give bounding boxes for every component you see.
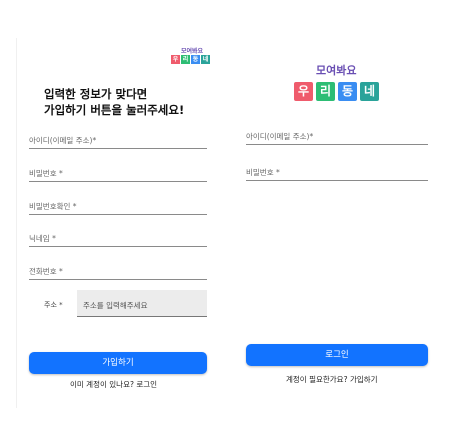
login-email-field-label: 아이디(이메일 주소) <box>246 132 310 141</box>
nickname-field[interactable]: 닉네임 * <box>29 230 207 247</box>
password-confirm-field[interactable]: 비밀번호확인 * <box>29 198 207 215</box>
phone-field[interactable]: 전화번호 * <box>29 263 207 280</box>
address-input[interactable]: 주소를 입력해주세요 <box>77 290 207 317</box>
logo-tile: 동 <box>191 55 200 64</box>
password-field[interactable]: 비밀번호 * <box>29 165 207 182</box>
password-field-label: 비밀번호 <box>29 169 57 178</box>
address-label: 주소 * <box>44 301 63 309</box>
login-email-field[interactable]: 아이디(이메일 주소)* <box>246 128 428 145</box>
signup-button[interactable]: 가입하기 <box>29 352 207 374</box>
brand-slogan-large: 모여봐요 <box>316 64 357 77</box>
headline-line-2: 가입하기 버튼을 눌러주세요! <box>44 103 185 117</box>
login-link[interactable]: 이미 계정이 있나요? 로그인 <box>70 379 157 390</box>
logo-tile-large: 우 <box>294 82 313 101</box>
login-password-field[interactable]: 비밀번호 * <box>246 164 428 181</box>
signup-panel: 모여봐요 우 리 동 네 입력한 정보가 맞다면 가입하기 버튼을 눌러주세요!… <box>16 38 213 408</box>
address-placeholder: 주소를 입력해주세요 <box>83 301 148 310</box>
email-field-label: 아이디(이메일 주소) <box>29 136 93 145</box>
brand-logo-large: 모여봐요 우 리 동 네 <box>294 62 384 110</box>
login-password-field-label: 비밀번호 <box>246 168 274 177</box>
brand-logo: 모여봐요 우 리 동 네 <box>171 46 211 68</box>
signup-headline: 입력한 정보가 맞다면 가입하기 버튼을 눌러주세요! <box>44 86 184 118</box>
password-confirm-field-label: 비밀번호확인 <box>29 202 71 211</box>
brand-slogan: 모여봐요 <box>181 48 204 55</box>
headline-line-1: 입력한 정보가 맞다면 <box>44 87 148 101</box>
signup-link[interactable]: 계정이 필요한가요? 가입하기 <box>286 374 378 385</box>
logo-tile: 네 <box>201 55 210 64</box>
logo-tile: 리 <box>181 55 190 64</box>
logo-tile-large: 동 <box>338 82 357 101</box>
login-button[interactable]: 로그인 <box>246 344 428 366</box>
logo-tile-large: 네 <box>360 82 379 101</box>
email-field[interactable]: 아이디(이메일 주소)* <box>29 132 207 149</box>
login-panel: 모여봐요 우 리 동 네 아이디(이메일 주소)* 비밀번호 * 로그인 계정이… <box>240 38 436 408</box>
logo-tile: 우 <box>171 55 180 64</box>
phone-field-label: 전화번호 <box>29 267 57 276</box>
logo-tile-large: 리 <box>316 82 335 101</box>
nickname-field-label: 닉네임 <box>29 234 50 243</box>
